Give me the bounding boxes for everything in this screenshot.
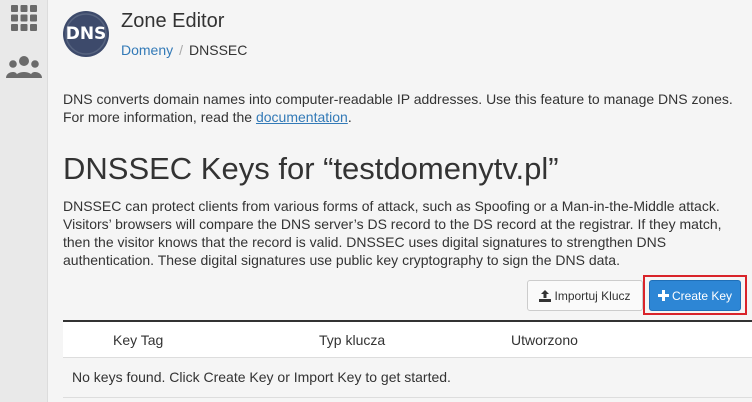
create-key-button[interactable]: Create Key (649, 280, 741, 311)
import-key-label: Importuj Klucz (554, 288, 631, 303)
breadcrumb-separator: / (179, 42, 184, 58)
grid-icon (10, 4, 38, 37)
plus-icon (657, 290, 669, 301)
breadcrumb-current: DNSSEC (189, 42, 248, 58)
table-empty-row: No keys found. Click Create Key or Impor… (63, 358, 752, 398)
column-header-key-type[interactable]: Typ klucza (319, 332, 385, 348)
app-title: Zone Editor (121, 10, 225, 32)
dnssec-description: DNSSEC can protect clients from various … (63, 198, 722, 268)
dns-logo-text: DNS (65, 24, 107, 44)
column-header-key-tag[interactable]: Key Tag (113, 332, 163, 348)
sidebar (0, 0, 48, 402)
breadcrumb: Domeny / DNSSEC (121, 42, 247, 58)
table-header: Key Tag Typ klucza Utworzono (63, 320, 752, 358)
apps-grid-button[interactable] (6, 2, 42, 38)
column-header-created[interactable]: Utworzono (511, 332, 578, 348)
breadcrumb-link-domeny[interactable]: Domeny (121, 42, 173, 58)
main-content: DNS Zone Editor Domeny / DNSSEC DNS conver… (49, 0, 752, 402)
empty-message: No keys found. Click Create Key or Impor… (72, 369, 451, 385)
intro-text-body: DNS converts domain names into computer-… (63, 91, 733, 125)
create-key-label: Create Key (671, 288, 733, 303)
intro-text: DNS converts domain names into computer-… (63, 90, 743, 126)
dnssec-keys-table: Key Tag Typ klucza Utworzono No keys fou… (63, 320, 752, 398)
users-icon (6, 54, 42, 87)
import-key-button[interactable]: Importuj Klucz (527, 280, 643, 311)
upload-icon (539, 289, 552, 302)
documentation-link[interactable]: documentation (256, 109, 348, 125)
intro-text-end: . (347, 109, 352, 125)
page-title: DNSSEC Keys for “testdomenytv.pl” (63, 151, 559, 186)
users-button[interactable] (6, 52, 42, 88)
dns-logo: DNS (62, 10, 110, 58)
